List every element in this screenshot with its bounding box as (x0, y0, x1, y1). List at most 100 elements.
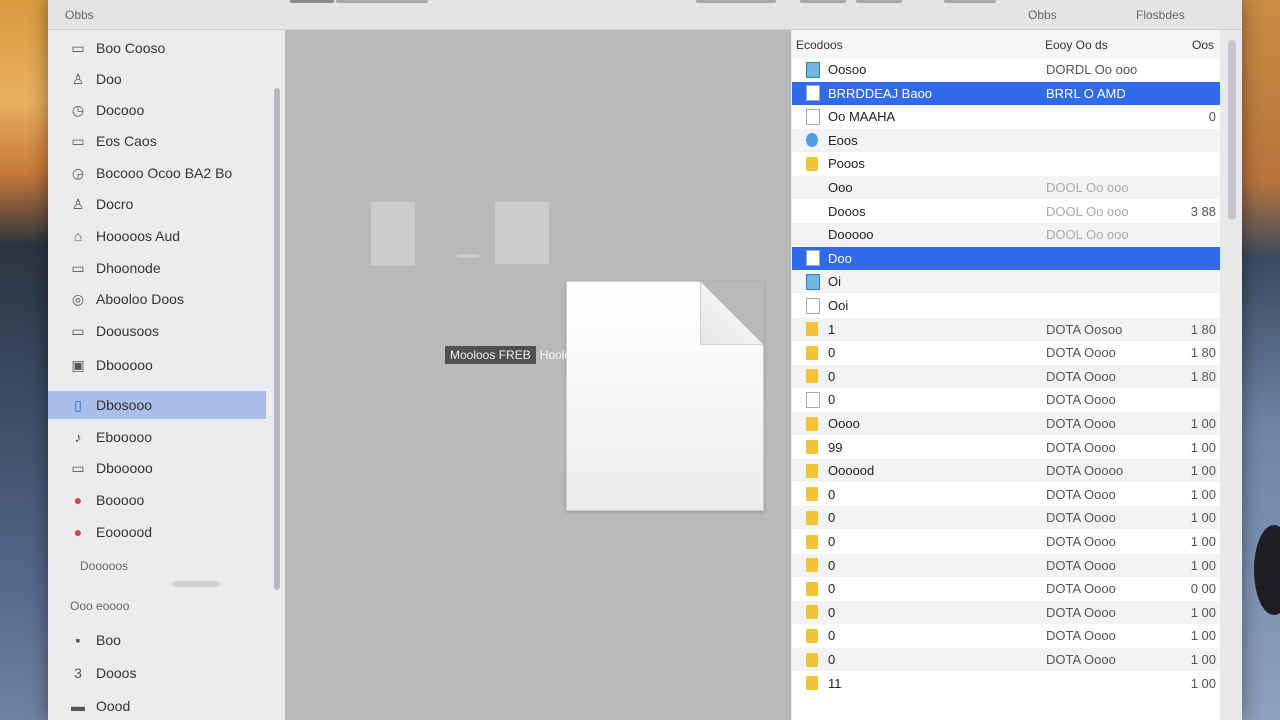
table-row[interactable]: 0 DOTA Oooo 1 00 (792, 482, 1220, 506)
disk-icon: ▬ (71, 698, 85, 714)
file-icon (806, 391, 820, 408)
sidebar-item-13[interactable]: ▭ Dbooooo (48, 454, 266, 482)
table-row[interactable]: 11 1 00 (792, 671, 1220, 695)
list-scrollbar[interactable] (1228, 40, 1236, 220)
box-icon: ▭ (71, 259, 85, 276)
table-row[interactable]: Oi (792, 270, 1220, 294)
table-row[interactable]: 0 DOTA Oooo 1 00 (792, 648, 1220, 671)
document-page-curl (700, 282, 763, 345)
display-icon: ▭ (71, 459, 85, 476)
table-row[interactable]: Dooos DOOL Oo ooo 3 88 (792, 199, 1220, 223)
table-row[interactable]: 0 DOTA Oooo 1 00 (792, 624, 1220, 648)
window-toolbar: Obbs Obbs Flosbdes (48, 0, 1242, 30)
table-row[interactable]: Ooo DOOL Oo ooo (792, 176, 1220, 199)
ghost-thumbnail (495, 202, 549, 264)
column-header-name[interactable]: Ecodoos (796, 38, 843, 52)
row-name: 0 (828, 581, 836, 597)
file-icon (806, 85, 820, 102)
view-toggle-icon-view[interactable] (290, 0, 334, 3)
column-header-size[interactable]: Oos (1192, 38, 1214, 52)
view-toggle-list-view[interactable] (336, 0, 428, 3)
number-icon: 3 (74, 665, 82, 681)
folder-icon (806, 510, 818, 525)
sidebar-item-2[interactable]: ◷ Docooo (48, 96, 266, 124)
sidebar-item-7[interactable]: ▭ Dhoonode (48, 254, 266, 282)
table-row[interactable]: 0 DOTA Oooo 1 00 (792, 553, 1220, 577)
sidebar-item-8[interactable]: ◎ Abooloo Doos (48, 285, 266, 313)
folder-icon (806, 440, 818, 455)
row-name: Dooos (828, 203, 866, 219)
sidebar-item-14[interactable]: ● Booooo (48, 486, 266, 514)
table-row[interactable]: Eoos (792, 128, 1220, 152)
row-size: 1 00 (1190, 416, 1216, 431)
sidebar-item-11[interactable]: ▯ Dbosooo (48, 391, 266, 419)
share-button[interactable] (800, 0, 846, 3)
action-button[interactable] (944, 0, 996, 3)
table-row[interactable]: 0 DOTA Oooo 1 80 (792, 364, 1220, 388)
row-name: Oooood (828, 463, 875, 479)
sidebar-item-label: Docro (96, 196, 134, 212)
table-row[interactable]: 99 DOTA Oooo 1 00 (792, 435, 1220, 459)
disc-icon: ◎ (71, 290, 85, 307)
image-icon (806, 61, 820, 78)
finder-window: Obbs Obbs Flosbdes ▭ Boo Cooso ♙ Doo ◷ D… (48, 0, 1242, 720)
row-date: DOTA Oooo (1046, 510, 1116, 526)
sidebar-item-1[interactable]: ♙ Doo (48, 65, 266, 93)
music-note-icon: ♪ (74, 429, 82, 445)
table-row[interactable]: 0 DOTA Oooo 1 80 (792, 341, 1220, 365)
sidebar-item-number[interactable]: 3 Dooos (48, 659, 266, 687)
tags-button[interactable] (856, 0, 902, 3)
sidebar-item-label: Abooloo Doos (96, 291, 184, 307)
table-row[interactable]: 1 DOTA Oosoo 1 80 (792, 317, 1220, 341)
table-row[interactable]: 0 DOTA Oooo 1 00 (792, 600, 1220, 624)
row-name: 1 (828, 321, 836, 337)
sidebar-item-box[interactable]: ▪ Boo (48, 626, 266, 654)
sidebar-item-9[interactable]: ▭ Doousoos (48, 317, 266, 345)
table-row[interactable]: BRRDDEAJ Baoo BRRL O AMD (792, 81, 1220, 105)
sidebar-scrollbar[interactable] (274, 88, 280, 590)
sidebar-item-0[interactable]: ▭ Boo Cooso (48, 34, 266, 62)
folder-icon (806, 463, 818, 478)
sidebar-item-5[interactable]: ♙ Docro (48, 190, 266, 218)
table-row[interactable]: 0 DOTA Oooo 0 00 (792, 577, 1220, 601)
sidebar-item-15[interactable]: ● Eoooood (48, 518, 266, 546)
row-date: DOOL Oo ooo (1046, 203, 1129, 219)
sidebar-item-6[interactable]: ⌂ Hooooos Aud (48, 222, 266, 250)
sidebar-item-4[interactable]: ◶ Bocooo Ocoo BA2 Bo (48, 159, 266, 187)
arrange-button[interactable] (696, 0, 776, 3)
row-name: 0 (828, 345, 836, 361)
row-size: 1 80 (1190, 345, 1216, 361)
column-header-date[interactable]: Eooy Oo ds (1045, 38, 1108, 52)
table-row[interactable]: Oo MAAHA 0 (792, 105, 1220, 129)
sidebar-item-label: Dhoonode (96, 260, 161, 276)
row-date: DOOL Oo ooo (1046, 227, 1129, 243)
table-row[interactable]: Oooo DOTA Oooo 1 00 (792, 412, 1220, 435)
table-row[interactable]: Oooood DOTA Ooooo 1 00 (792, 459, 1220, 483)
row-date: DOTA Oooo (1046, 392, 1116, 408)
table-row[interactable]: Doo (792, 246, 1220, 270)
table-row[interactable]: Dooooo DOOL Oo ooo (792, 223, 1220, 247)
cube-icon: ▣ (71, 356, 85, 373)
folder-icon (806, 369, 818, 384)
row-name: 0 (828, 368, 836, 384)
table-row[interactable]: Oosoo DORDL Oo ooo (792, 58, 1220, 81)
row-size: 1 00 (1190, 652, 1216, 667)
table-row[interactable]: 0 DOTA Oooo 1 00 (792, 506, 1220, 530)
table-row[interactable]: Ooi (792, 294, 1220, 317)
dragged-document-icon[interactable] (566, 281, 764, 511)
file-list: Ecodoos Eooy Oo ds Oos Oosoo DORDL Oo ooo… (792, 30, 1220, 720)
table-row[interactable]: 0 DOTA Oooo (792, 388, 1220, 412)
sidebar-item-10[interactable]: ▣ Dbooooo (48, 351, 266, 379)
row-size: 1 00 (1190, 439, 1216, 455)
folder-icon (806, 345, 818, 360)
table-row[interactable]: Pooos (792, 152, 1220, 176)
row-date: DOTA Oooo (1046, 368, 1116, 384)
row-size: 0 (1208, 109, 1216, 125)
recents-icon: ◶ (71, 164, 85, 181)
sidebar-item-label: Booooo (96, 492, 145, 508)
sidebar-item-12[interactable]: ♪ Ebooooo (48, 423, 266, 451)
sidebar-item-disk[interactable]: ▬ Oood (48, 692, 266, 720)
sidebar-item-3[interactable]: ▭ Eos Caos (48, 127, 266, 155)
table-row[interactable]: 0 DOTA Oooo 1 00 (792, 530, 1220, 553)
sidebar-section-label: Dooooos (80, 559, 129, 573)
